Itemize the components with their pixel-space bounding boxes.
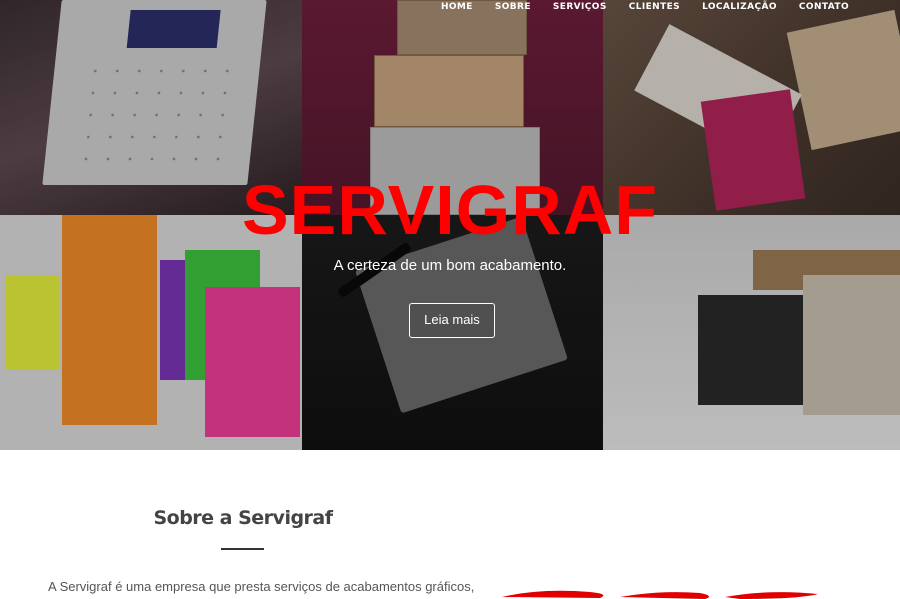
hero-brand-title: SERVIGRAF <box>241 171 659 249</box>
nav-item-localizacao[interactable]: LOCALIZAÇÃO <box>691 2 788 13</box>
hero-banner: HOME SOBRE SERVIÇOS CLIENTES LOCALIZAÇÃO… <box>0 0 900 450</box>
nav-item-sobre[interactable]: SOBRE <box>484 2 542 13</box>
about-paragraph: A Servigraf é uma empresa que presta ser… <box>48 579 475 594</box>
nav-item-servicos[interactable]: SERVIÇOS <box>542 2 618 13</box>
read-more-button[interactable]: Leia mais <box>409 303 495 338</box>
nav-item-clientes[interactable]: CLIENTES <box>618 2 691 13</box>
nav-item-contato[interactable]: CONTATO <box>788 2 860 13</box>
brand-logo-fragment <box>502 590 818 599</box>
about-divider <box>221 548 264 550</box>
hero-tagline: A certeza de um bom acabamento. <box>333 257 567 274</box>
nav-item-home[interactable]: HOME <box>430 2 484 13</box>
about-title: Sobre a Servigraf <box>153 507 333 529</box>
main-nav: HOME SOBRE SERVIÇOS CLIENTES LOCALIZAÇÃO… <box>430 2 860 13</box>
